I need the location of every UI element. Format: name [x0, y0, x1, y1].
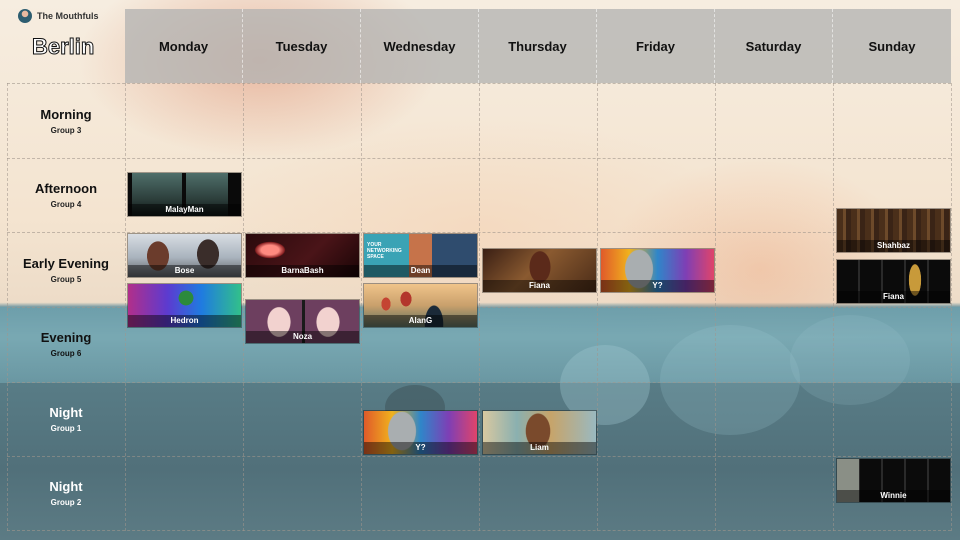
day-header-saturday: Saturday [715, 9, 833, 83]
grid-line [361, 83, 362, 531]
row-group: Group 4 [50, 200, 82, 209]
brand-logo-icon [18, 9, 32, 23]
grid-line [951, 83, 952, 531]
event-label: Y? [364, 442, 477, 454]
event-card[interactable]: Winnie [836, 458, 951, 503]
day-header-tuesday: Tuesday [243, 9, 361, 83]
event-label: MalayMan [128, 204, 241, 216]
row-group: Group 1 [50, 424, 82, 433]
grid-line [715, 83, 716, 531]
row-name: Evening [40, 330, 92, 345]
grid-line [479, 83, 480, 531]
event-label: Liam [483, 442, 596, 454]
event-card[interactable]: YOUR NETWORKING SPACE Dean [363, 233, 478, 278]
event-card[interactable]: Liam [482, 410, 597, 455]
event-card[interactable]: Y? [363, 410, 478, 455]
event-label: Hedron [128, 315, 241, 327]
event-label: Shahbaz [837, 240, 950, 252]
event-card[interactable]: Fiana [482, 248, 597, 293]
brand[interactable]: The Mouthfuls [18, 9, 99, 23]
row-name: Night [49, 405, 83, 420]
day-header-thursday: Thursday [479, 9, 597, 83]
row-name: Afternoon [34, 181, 98, 196]
row-label-night-1: Night Group 1 [7, 382, 125, 456]
city-title: Berlin [31, 34, 95, 60]
day-header-wednesday: Wednesday [361, 9, 479, 83]
grid-line [833, 83, 834, 531]
event-art-text: YOUR NETWORKING SPACE [367, 242, 402, 260]
event-card[interactable]: Fiana [836, 259, 951, 304]
event-label: Noza [246, 331, 359, 343]
day-header-monday: Monday [125, 9, 243, 83]
day-header-friday: Friday [597, 9, 715, 83]
row-label-afternoon: Afternoon Group 4 [7, 158, 125, 232]
grid-line [243, 83, 244, 531]
event-label: Bose [128, 265, 241, 277]
row-group: Group 6 [50, 349, 82, 358]
event-label: AlanG [364, 315, 477, 327]
row-name: Early Evening [23, 256, 109, 271]
row-name: Night [49, 479, 83, 494]
event-card[interactable]: Noza [245, 299, 360, 344]
event-label: Y? [601, 280, 714, 292]
row-group: Group 3 [50, 126, 82, 135]
event-label: BarnaBash [246, 265, 359, 277]
event-card[interactable]: Shahbaz [836, 208, 951, 253]
event-card[interactable]: BarnaBash [245, 233, 360, 278]
grid-line [597, 83, 598, 531]
row-label-night-2: Night Group 2 [7, 456, 125, 530]
event-card[interactable]: Y? [600, 248, 715, 293]
event-label: Fiana [837, 291, 950, 303]
schedule-grid: The Mouthfuls Berlin Monday Tuesday Wedn… [0, 0, 960, 540]
event-card[interactable]: Bose [127, 233, 242, 278]
event-label: Fiana [483, 280, 596, 292]
brand-name: The Mouthfuls [37, 11, 99, 21]
grid-line [125, 83, 126, 531]
day-header-sunday: Sunday [868, 38, 916, 54]
row-label-early-evening: Early Evening Group 5 [7, 233, 125, 307]
row-label-evening: Evening Group 6 [7, 307, 125, 381]
event-label: Winnie [837, 490, 950, 502]
day-header-row: Monday Tuesday Wednesday Thursday Friday… [125, 9, 951, 83]
event-card[interactable]: AlanG [363, 283, 478, 328]
row-label-morning: Morning Group 3 [7, 84, 125, 158]
row-group: Group 2 [50, 498, 82, 507]
event-card[interactable]: Hedron [127, 283, 242, 328]
row-name: Morning [40, 107, 92, 122]
event-label: Dean [364, 265, 477, 277]
event-card[interactable]: MalayMan [127, 172, 242, 217]
row-group: Group 5 [50, 275, 82, 284]
